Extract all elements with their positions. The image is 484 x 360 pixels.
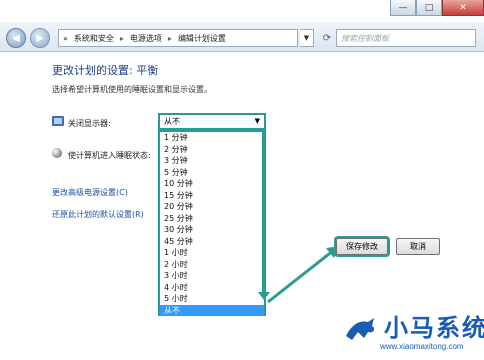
back-button[interactable]: ◀ [6,28,26,48]
cancel-button[interactable]: 取消 [396,238,440,255]
restore-defaults-link[interactable]: 还原此计划的默认设置(R) [52,209,144,220]
watermark-title: 小马系统 [384,314,484,342]
horse-logo-icon [346,318,375,340]
page-subtitle: 选择希望计算机使用的睡眠设置和显示设置。 [52,85,212,94]
address-dropdown-button[interactable]: ▼ [300,29,314,47]
refresh-button[interactable]: ⟳ [318,29,336,47]
window-controls: — □ ✕ [390,0,484,18]
search-input[interactable]: 搜索控制面板 [336,29,476,47]
page-title: 更改计划的设置: 平衡 [52,64,159,77]
chevron-down-icon: ▼ [303,34,310,42]
monitor-icon [52,116,64,126]
dropdown-option[interactable]: 20 分钟 [160,201,264,213]
advanced-settings-link[interactable]: 更改高级电源设置(C) [52,187,128,198]
save-changes-button[interactable]: 保存修改 [334,236,390,257]
dropdown-option[interactable]: 2 分钟 [160,144,264,156]
dropdown-option[interactable]: 30 分钟 [160,224,264,236]
dropdown-option[interactable]: 1 分钟 [160,132,264,144]
watermark: 小马系统 www.xiaomaxitong.com [340,308,484,360]
dropdown-option[interactable]: 从不 [160,304,264,316]
breadcrumb-overflow[interactable]: « [63,34,68,43]
sleep-label: 使计算机进入睡眠状态: [68,151,151,160]
dropdown-option[interactable]: 15 分钟 [160,190,264,202]
forward-button[interactable]: ▶ [30,28,50,48]
minimize-button[interactable]: — [390,0,416,16]
refresh-icon: ⟳ [322,32,332,44]
dropdown-option[interactable]: 10 分钟 [160,178,264,190]
close-button[interactable]: ✕ [442,0,484,16]
forward-arrow-icon: ▶ [36,32,44,44]
dropdown-option[interactable]: 45 分钟 [160,236,264,248]
back-arrow-icon: ◀ [12,32,20,44]
chevron-right-icon: ▸ [167,33,172,43]
breadcrumb-item-edit-plan[interactable]: 编辑计划设置 [178,33,226,44]
chevron-down-icon: ▼ [254,117,260,125]
display-off-select[interactable]: 从不 ▼ [158,113,266,130]
watermark-url: www.xiaomaxitong.com [380,342,464,351]
dropdown-option[interactable]: 25 分钟 [160,213,264,225]
dropdown-option[interactable]: 5 小时 [160,293,264,305]
dropdown-option[interactable]: 3 小时 [160,270,264,282]
address-bar: ◀ ▶ « 系统和安全 ▸ 电源选项 ▸ 编辑计划设置 ▼ ⟳ 搜索控制面板 [0,22,484,52]
chevron-right-icon: ▸ [119,33,124,43]
dropdown-option[interactable]: 2 小时 [160,259,264,271]
dropdown-option[interactable]: 1 小时 [160,247,264,259]
display-off-label: 关闭显示器: [68,119,111,128]
dropdown-option[interactable]: 4 小时 [160,282,264,294]
sleep-icon [52,148,62,158]
breadcrumb[interactable]: « 系统和安全 ▸ 电源选项 ▸ 编辑计划设置 [58,29,298,47]
maximize-button[interactable]: □ [416,0,442,16]
display-off-options-list[interactable]: 1 分钟 2 分钟 3 分钟 5 分钟 10 分钟 15 分钟 20 分钟 25 分钟 30 分… [158,130,266,316]
dropdown-option[interactable]: 5 分钟 [160,167,264,179]
display-off-select-value: 从不 [164,117,180,126]
breadcrumb-item-power-options[interactable]: 电源选项 [130,33,162,44]
power-options-window: — □ ✕ ◀ ▶ « 系统和安全 ▸ 电源选项 ▸ 编辑计划设置 ▼ ⟳ 搜索… [0,0,484,360]
breadcrumb-item-system-security[interactable]: 系统和安全 [74,33,114,44]
dropdown-option[interactable]: 3 分钟 [160,155,264,167]
